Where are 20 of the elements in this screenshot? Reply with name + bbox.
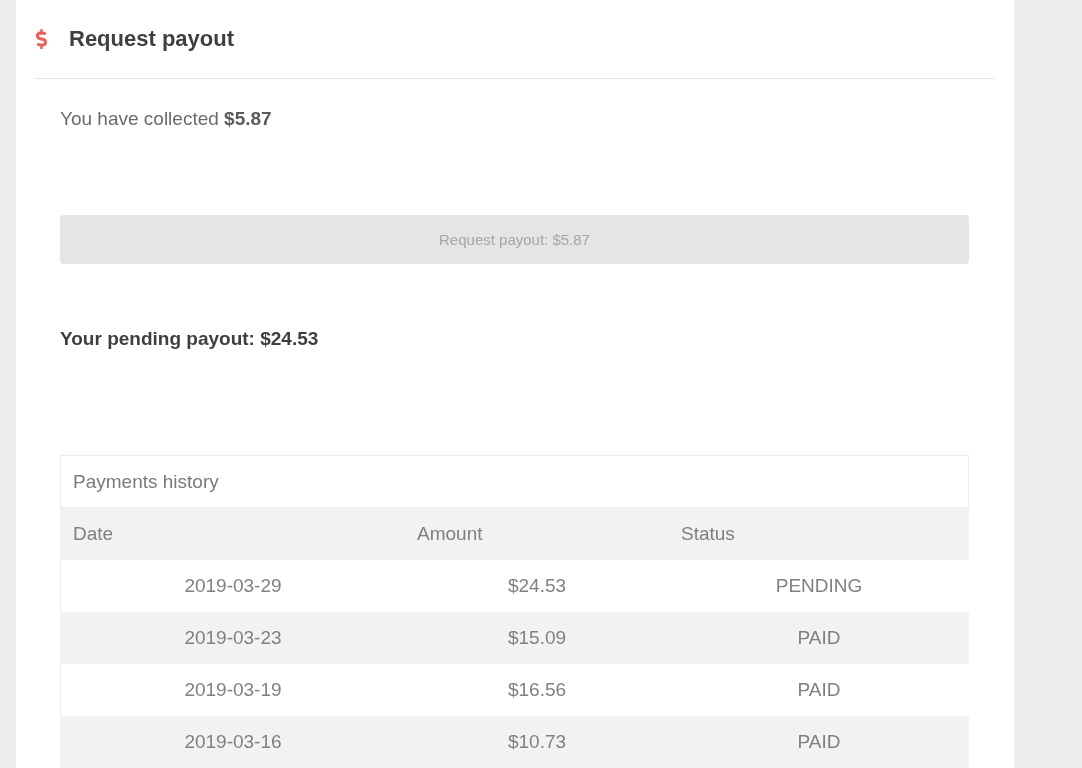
status-cell-text: PENDING xyxy=(774,574,864,598)
status-cell-text: PAID xyxy=(796,626,842,650)
status-cell-text: PAID xyxy=(796,730,842,754)
date-cell-text: 2019-03-23 xyxy=(183,626,283,650)
column-header: Amount xyxy=(416,522,484,546)
amount-cell-text: $10.73 xyxy=(506,730,568,754)
date-cell-text: 2019-03-16 xyxy=(183,730,283,754)
amount-cell-text: $24.53 xyxy=(506,574,568,598)
column-header: Status xyxy=(680,522,736,546)
amount-cell-text: $16.56 xyxy=(506,678,568,702)
panel-title: Request payout xyxy=(69,26,235,52)
status-cell-text: PAID xyxy=(796,678,842,702)
date-cell-text: 2019-03-29 xyxy=(183,574,283,598)
dollar-icon xyxy=(35,29,48,49)
collected-amount-text: You have collected $5.87 xyxy=(60,107,272,131)
amount-cell-text: $15.09 xyxy=(506,626,568,650)
table-title: Payments history xyxy=(60,455,969,508)
pending-payout-text: Your pending payout: $24.53 xyxy=(60,327,319,351)
column-header: Date xyxy=(72,522,115,546)
date-cell-text: 2019-03-19 xyxy=(183,678,283,702)
